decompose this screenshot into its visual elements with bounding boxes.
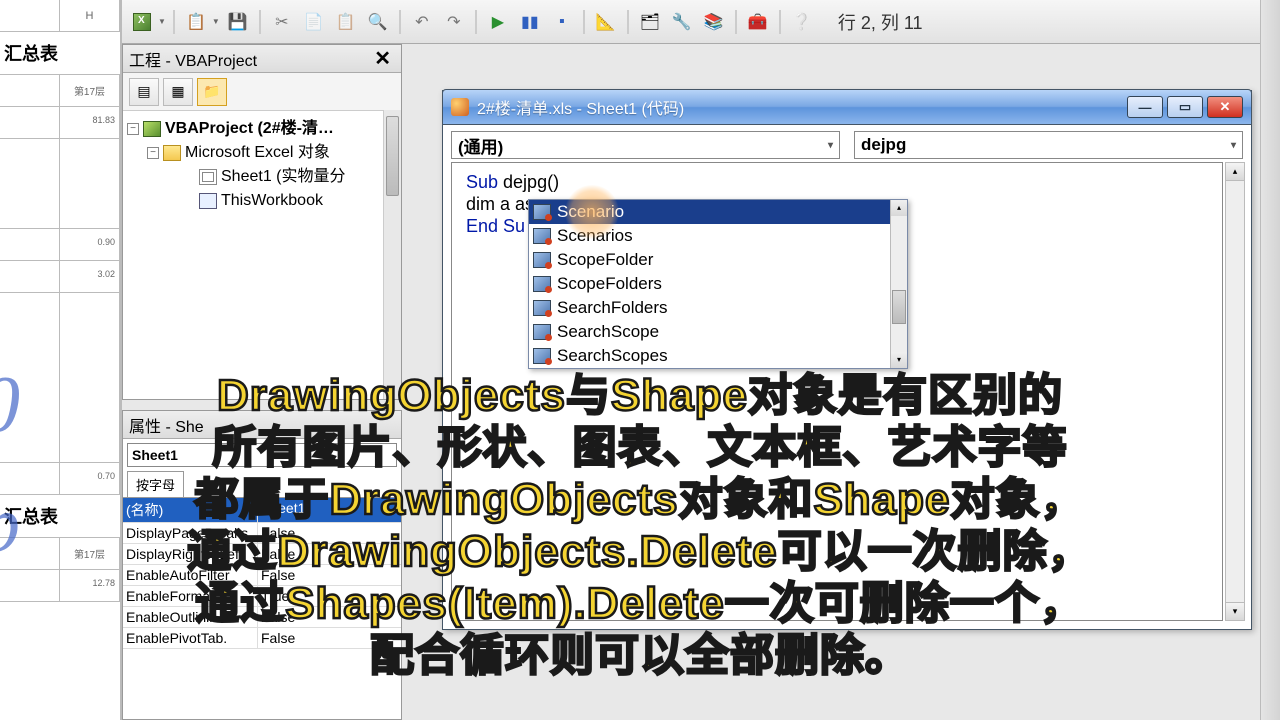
vbe-toolbar: ▼ 📋▼ 💾 ✂ 📄 📋 🔍 ↶ ↷ ▶ ▮▮ ▪ 📐 🗂 🔧 📚 🧰 ❔ 行 … xyxy=(122,0,1280,44)
object-combo[interactable]: (通用)▾ xyxy=(451,131,840,159)
class-icon xyxy=(533,204,551,220)
project-toolbar: ▤ ▦ 📁 xyxy=(123,73,401,111)
save-button[interactable]: 💾 xyxy=(224,8,252,36)
toggle-folders-button[interactable]: 📁 xyxy=(197,78,227,106)
intellisense-item[interactable]: SearchFolders xyxy=(529,296,907,320)
code-window-titlebar[interactable]: 2#楼-清单.xls - Sheet1 (代码) — ▭ ✕ xyxy=(442,89,1252,125)
intellisense-item[interactable]: SearchScopes xyxy=(529,344,907,368)
undo-button[interactable]: ↶ xyxy=(408,8,436,36)
cell: 0.90 xyxy=(60,229,120,261)
procedure-combo[interactable]: dejpg▾ xyxy=(854,131,1243,159)
view-code-button[interactable]: ▤ xyxy=(129,78,159,106)
pane-title-text: 工程 - VBAProject xyxy=(129,47,257,71)
reset-button[interactable]: ▪ xyxy=(548,8,576,36)
intellisense-item[interactable]: ScopeFolders xyxy=(529,272,907,296)
scrollbar[interactable] xyxy=(383,110,401,399)
intellisense-item[interactable]: SearchScope xyxy=(529,320,907,344)
design-mode-button[interactable]: 📐 xyxy=(592,8,620,36)
minimize-button[interactable]: — xyxy=(1127,96,1163,118)
toolbox-button[interactable]: 🧰 xyxy=(744,8,772,36)
view-excel-button[interactable] xyxy=(128,8,156,36)
copy-button[interactable]: 📄 xyxy=(300,8,328,36)
class-icon xyxy=(533,300,551,316)
properties-button[interactable]: 🔧 xyxy=(668,8,696,36)
project-pane-title: 工程 - VBAProject ✕ xyxy=(123,45,401,73)
code-window-title: 2#楼-清单.xls - Sheet1 (代码) xyxy=(477,95,684,119)
project-explorer-button[interactable]: 🗂 xyxy=(636,8,664,36)
module-icon xyxy=(451,98,469,116)
help-button[interactable]: ❔ xyxy=(788,8,816,36)
intellisense-item[interactable]: ScopeFolder xyxy=(529,248,907,272)
view-object-button[interactable]: ▦ xyxy=(163,78,193,106)
paste-button[interactable]: 📋 xyxy=(332,8,360,36)
class-icon xyxy=(533,324,551,340)
object-browser-button[interactable]: 📚 xyxy=(700,8,728,36)
class-icon xyxy=(533,276,551,292)
subtitle-overlay: DrawingObjects与Shape对象是有区别的 所有图片、形状、图表、文… xyxy=(0,370,1280,681)
tree-workbook[interactable]: ThisWorkbook xyxy=(221,189,323,213)
maximize-button[interactable]: ▭ xyxy=(1167,96,1203,118)
break-button[interactable]: ▮▮ xyxy=(516,8,544,36)
cell: 第17层 xyxy=(60,75,120,107)
scrollbar[interactable]: ▴▾ xyxy=(890,200,907,368)
cursor-position: 行 2, 列 11 xyxy=(838,9,923,35)
insert-button[interactable]: 📋 xyxy=(182,8,210,36)
run-button[interactable]: ▶ xyxy=(484,8,512,36)
class-icon xyxy=(533,348,551,364)
cell: 81.83 xyxy=(60,107,120,139)
project-root[interactable]: VBAProject (2#楼-清… xyxy=(165,117,334,141)
intellisense-popup[interactable]: ScenarioScenariosScopeFolderScopeFolders… xyxy=(528,199,908,369)
cell: 3.02 xyxy=(60,261,120,293)
project-explorer-pane: 工程 - VBAProject ✕ ▤ ▦ 📁 −VBAProject (2#楼… xyxy=(122,44,402,400)
project-tree[interactable]: −VBAProject (2#楼-清… −Microsoft Excel 对象 … xyxy=(123,111,401,219)
redo-button[interactable]: ↷ xyxy=(440,8,468,36)
tree-sheet[interactable]: Sheet1 (实物量分 xyxy=(221,165,346,189)
cut-button[interactable]: ✂ xyxy=(268,8,296,36)
class-icon xyxy=(533,252,551,268)
intellisense-item[interactable]: Scenario xyxy=(529,200,907,224)
find-button[interactable]: 🔍 xyxy=(364,8,392,36)
intellisense-item[interactable]: Scenarios xyxy=(529,224,907,248)
tree-folder[interactable]: Microsoft Excel 对象 xyxy=(185,141,330,165)
close-icon[interactable]: ✕ xyxy=(370,46,395,71)
sheet-section-title: 汇总表 xyxy=(0,32,120,75)
col-header: H xyxy=(60,0,120,31)
class-icon xyxy=(533,228,551,244)
close-button[interactable]: ✕ xyxy=(1207,96,1243,118)
